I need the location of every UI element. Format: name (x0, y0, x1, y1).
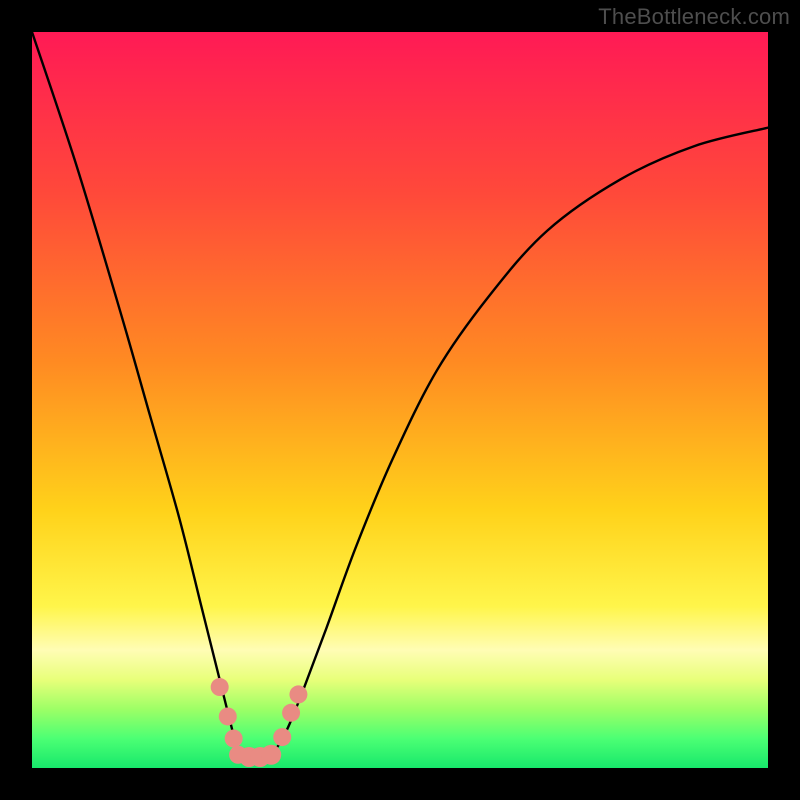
curve-marker (282, 704, 300, 722)
curve-marker (219, 707, 237, 725)
curve-marker (225, 730, 243, 748)
gradient-background (32, 32, 768, 768)
curve-marker (273, 728, 291, 746)
watermark-text: TheBottleneck.com (598, 4, 790, 30)
curve-marker (211, 678, 229, 696)
curve-marker (261, 745, 281, 765)
plot-area (32, 32, 768, 768)
curve-marker (289, 685, 307, 703)
chart-frame: TheBottleneck.com (0, 0, 800, 800)
bottleneck-curve-chart (32, 32, 768, 768)
